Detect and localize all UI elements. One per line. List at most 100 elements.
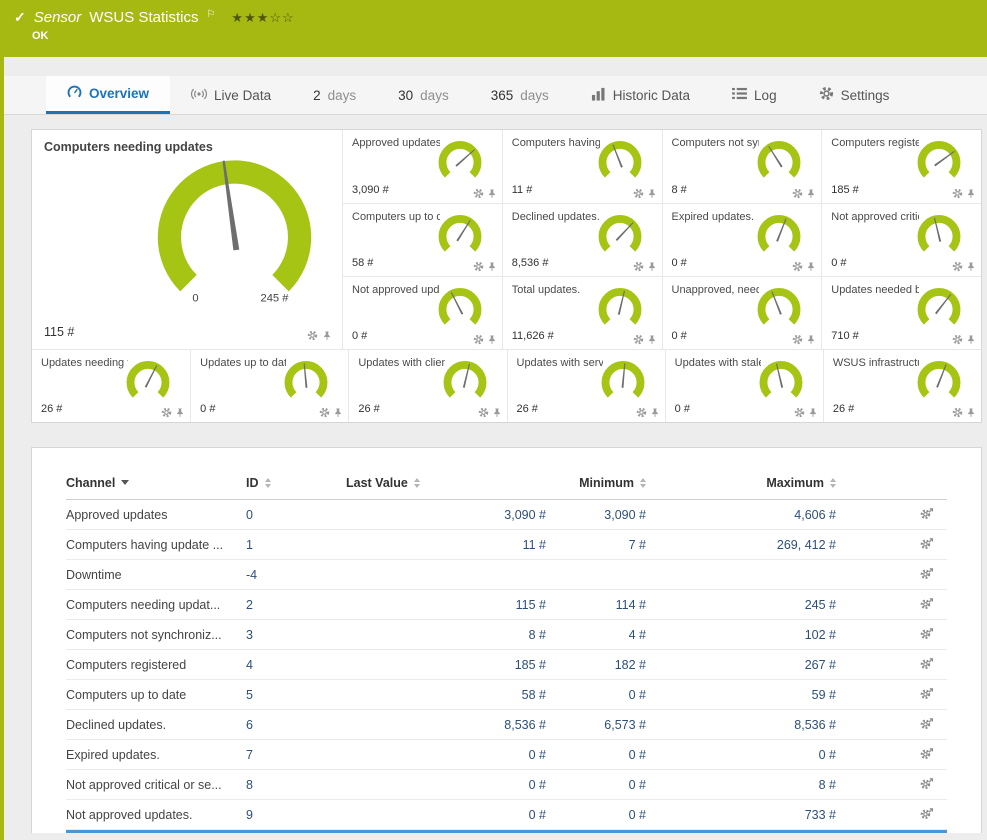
table-row[interactable]: Declined updates. 6 8,536 # 6,573 # 8,53… (66, 710, 947, 740)
gauge-pin-icon[interactable] (650, 407, 660, 418)
channel-last-value: 115 # (346, 598, 556, 612)
gauge-settings-icon[interactable] (952, 188, 963, 199)
gauge-settings-icon[interactable] (633, 334, 644, 345)
gauge-settings-icon[interactable] (792, 334, 803, 345)
table-row[interactable]: Computers needing updat... 2 115 # 114 #… (66, 590, 947, 620)
col-header-last-value[interactable]: Last Value (346, 476, 556, 490)
channel-settings-icon[interactable] (920, 537, 934, 550)
tab-historic-data[interactable]: Historic Data (570, 76, 711, 114)
gauge-settings-icon[interactable] (952, 334, 963, 345)
channel-name[interactable]: Approved updates (66, 508, 246, 522)
gauge-value: 11 # (512, 184, 533, 196)
channel-maximum: 102 # (656, 628, 846, 642)
channel-settings-icon[interactable] (920, 627, 934, 640)
channel-settings-icon[interactable] (920, 747, 934, 760)
channel-settings-icon[interactable] (920, 687, 934, 700)
channel-maximum: 733 # (656, 808, 846, 822)
gauge-pin-icon[interactable] (966, 261, 976, 272)
tab-settings[interactable]: Settings (798, 76, 911, 114)
col-header-minimum[interactable]: Minimum (556, 476, 656, 490)
channel-settings-icon[interactable] (920, 597, 934, 610)
gauge-title: Updates needing files. (41, 357, 128, 369)
table-row[interactable]: Computers not synchroniz... 3 8 # 4 # 10… (66, 620, 947, 650)
gauge-pin-icon[interactable] (322, 330, 332, 341)
table-row[interactable]: Computers registered 4 185 # 182 # 267 # (66, 650, 947, 680)
gauge-settings-icon[interactable] (478, 407, 489, 418)
table-row[interactable]: Not approved updates. 9 0 # 0 # 733 # (66, 800, 947, 830)
sort-desc-icon (121, 480, 129, 485)
flag-icon[interactable]: ⚐ (206, 9, 215, 20)
gauge-pin-icon[interactable] (175, 407, 185, 418)
gauge-settings-icon[interactable] (473, 188, 484, 199)
gauge-title: Declined updates. (512, 211, 600, 223)
channel-settings-icon[interactable] (920, 777, 934, 790)
col-header-id[interactable]: ID (246, 476, 346, 490)
gauge-pin-icon[interactable] (647, 188, 657, 199)
gauge-pin-icon[interactable] (487, 188, 497, 199)
table-row[interactable]: Not approved critical or se... 8 0 # 0 #… (66, 770, 947, 800)
gauge-settings-icon[interactable] (633, 261, 644, 272)
channel-settings-icon[interactable] (920, 567, 934, 580)
tab-30-days[interactable]: 30 days (377, 76, 470, 114)
col-header-channel[interactable]: Channel (66, 476, 246, 490)
table-row[interactable]: Downtime -4 (66, 560, 947, 590)
table-row[interactable]: Approved updates 0 3,090 # 3,090 # 4,606… (66, 500, 947, 530)
gauge-settings-icon[interactable] (792, 188, 803, 199)
channel-name[interactable]: Computers registered (66, 658, 246, 672)
gauge-pin-icon[interactable] (808, 407, 818, 418)
channel-name[interactable]: Downtime (66, 568, 246, 582)
channel-name[interactable]: Not approved updates. (66, 808, 246, 822)
gauge-settings-icon[interactable] (952, 407, 963, 418)
channel-last-value: 11 # (346, 538, 556, 552)
gauge-pin-icon[interactable] (333, 407, 343, 418)
channel-name[interactable]: Computers up to date (66, 688, 246, 702)
gauge-settings-icon[interactable] (794, 407, 805, 418)
gauge-settings-icon[interactable] (952, 261, 963, 272)
tab-2-days[interactable]: 2 days (292, 76, 377, 114)
gauge-pin-icon[interactable] (966, 188, 976, 199)
gauge-pin-icon[interactable] (487, 261, 497, 272)
table-row[interactable]: Computers having update ... 1 11 # 7 # 2… (66, 530, 947, 560)
gauge-settings-icon[interactable] (319, 407, 330, 418)
channel-id: 0 (246, 508, 346, 522)
gauge-pin-icon[interactable] (806, 188, 816, 199)
gauge-settings-icon[interactable] (633, 188, 644, 199)
gauge-pin-icon[interactable] (806, 334, 816, 345)
channel-name[interactable]: Expired updates. (66, 748, 246, 762)
col-label: Last Value (346, 476, 408, 490)
gauge-settings-icon[interactable] (636, 407, 647, 418)
gauge-pin-icon[interactable] (966, 334, 976, 345)
gauge-pin-icon[interactable] (492, 407, 502, 418)
channel-settings-icon[interactable] (920, 657, 934, 670)
channel-name[interactable]: Declined updates. (66, 718, 246, 732)
gauge-settings-icon[interactable] (307, 330, 318, 341)
gauge-pin-icon[interactable] (966, 407, 976, 418)
gauge-settings-icon[interactable] (792, 261, 803, 272)
priority-stars[interactable]: ★★★☆☆ (231, 10, 294, 26)
channel-name[interactable]: Not approved critical or se... (66, 778, 246, 792)
col-header-maximum[interactable]: Maximum (656, 476, 846, 490)
table-row[interactable]: Expired updates. 7 0 # 0 # 0 # (66, 740, 947, 770)
gauge-pin-icon[interactable] (487, 334, 497, 345)
tab-overview[interactable]: Overview (46, 76, 170, 114)
gauge-pin-icon[interactable] (647, 334, 657, 345)
tab-365-days[interactable]: 365 days (470, 76, 570, 114)
table-row[interactable]: Computers up to date 5 58 # 0 # 59 # (66, 680, 947, 710)
gauge-cell: Computers not synchr... 8 # (662, 130, 822, 203)
gauge-cell: Computers having upd... 11 # (502, 130, 662, 203)
channel-settings-icon[interactable] (920, 507, 934, 520)
channel-name[interactable]: Computers having update ... (66, 538, 246, 552)
channel-name[interactable]: Computers needing updat... (66, 598, 246, 612)
channel-name[interactable]: Computers not synchroniz... (66, 628, 246, 642)
channel-settings-icon[interactable] (920, 717, 934, 730)
gauge-settings-icon[interactable] (473, 261, 484, 272)
gauge-settings-icon[interactable] (161, 407, 172, 418)
tab-live-data[interactable]: Live Data (170, 76, 292, 114)
channel-maximum: 8 # (656, 778, 846, 792)
tab-log[interactable]: Log (711, 76, 798, 114)
table-bottom-accent (66, 830, 947, 833)
channel-settings-icon[interactable] (920, 807, 934, 820)
gauge-settings-icon[interactable] (473, 334, 484, 345)
gauge-pin-icon[interactable] (647, 261, 657, 272)
gauge-pin-icon[interactable] (806, 261, 816, 272)
